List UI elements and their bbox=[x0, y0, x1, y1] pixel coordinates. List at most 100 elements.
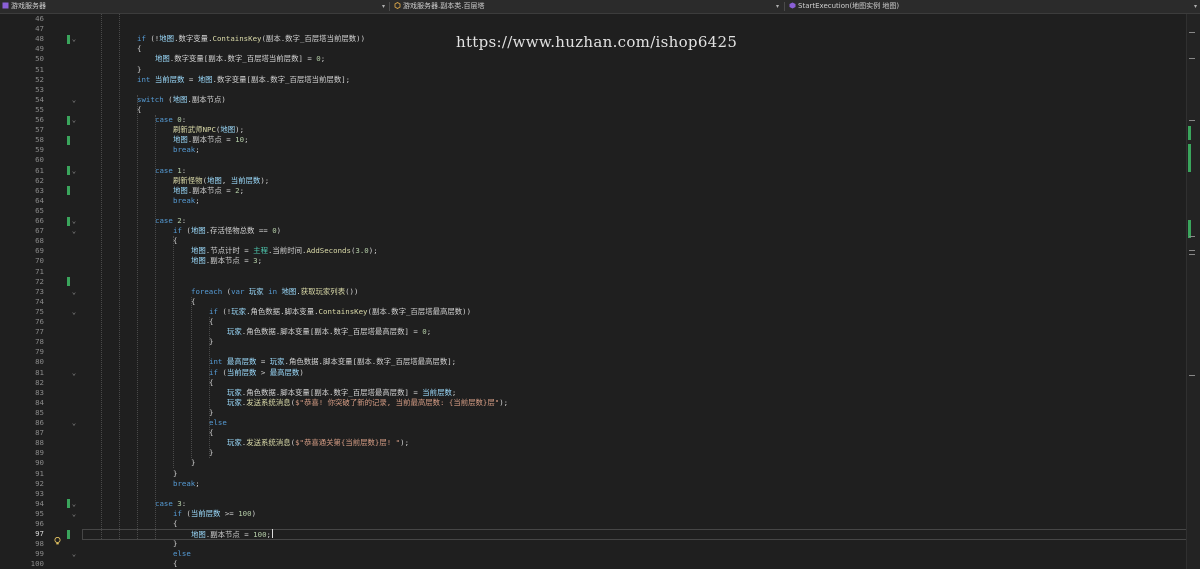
fold-chevron-icon[interactable]: ⌄ bbox=[70, 95, 78, 105]
code-line[interactable]: 74{ bbox=[0, 297, 1200, 307]
indent-guide bbox=[191, 296, 192, 459]
code-line[interactable]: 80 int 最高层数 = 玩家.角色数据.脚本变量[副本.数字_百层塔最高层数]… bbox=[0, 357, 1200, 367]
csharp-project-icon bbox=[2, 1, 9, 9]
chevron-down-icon: ▾ bbox=[381, 3, 385, 10]
code-line[interactable]: 60 bbox=[0, 155, 1200, 165]
code-line[interactable]: 90} bbox=[0, 458, 1200, 468]
member-dropdown[interactable]: StartExecution(地图实例 地图) ▾ bbox=[787, 0, 1200, 13]
code-line[interactable]: 59 break; bbox=[0, 145, 1200, 155]
fold-chevron-icon[interactable]: ⌄ bbox=[70, 226, 78, 236]
code-line[interactable]: 78} bbox=[0, 337, 1200, 347]
code-line[interactable]: 61 ⌄ case 1: bbox=[0, 166, 1200, 176]
line-number: 87 bbox=[35, 428, 44, 438]
code-editor[interactable]: 46 47 48 ⌄ if (!地图.数字变量.ContainsKey(副本.数字_百层… bbox=[0, 14, 1200, 569]
code-line[interactable]: 73 ⌄ foreach (var 玩家 in 地图.获取玩家列表()) bbox=[0, 287, 1200, 297]
fold-chevron-icon[interactable]: ⌄ bbox=[70, 499, 78, 509]
code-line[interactable]: 54 ⌄ switch (地图.副本节点) bbox=[0, 95, 1200, 105]
code-line[interactable]: 77 玩家.角色数据.脚本变量[副本.数字_百层塔最高层数] = 0; bbox=[0, 327, 1200, 337]
code-line[interactable]: 87{ bbox=[0, 428, 1200, 438]
member-name: StartExecution(地图实例 地图) bbox=[798, 2, 900, 10]
line-number: 63 bbox=[35, 185, 44, 195]
line-number: 49 bbox=[35, 44, 44, 54]
fold-chevron-icon[interactable]: ⌄ bbox=[70, 287, 78, 297]
code-line[interactable]: 55{ bbox=[0, 105, 1200, 115]
code-line[interactable]: 53 bbox=[0, 85, 1200, 95]
overview-mark bbox=[1189, 32, 1195, 33]
line-number: 47 bbox=[35, 24, 44, 34]
code-text: else bbox=[209, 418, 227, 427]
fold-chevron-icon[interactable]: ⌄ bbox=[70, 418, 78, 428]
code-line[interactable]: 97 地图.副本节点 = 100; bbox=[0, 529, 1200, 545]
code-line[interactable]: 100 { bbox=[0, 559, 1200, 569]
code-line[interactable]: 96 { bbox=[0, 519, 1200, 529]
fold-chevron-icon[interactable]: ⌄ bbox=[70, 509, 78, 519]
code-text: case 0: bbox=[155, 115, 187, 124]
code-text: 地图.副本节点 = 3; bbox=[191, 256, 263, 266]
text-caret bbox=[271, 529, 273, 539]
code-line[interactable]: 71 bbox=[0, 267, 1200, 277]
code-line[interactable]: 81 ⌄ if (当前层数 > 最高层数) bbox=[0, 368, 1200, 378]
code-line[interactable]: 75 ⌄ if (!玩家.角色数据.脚本变量.ContainsKey(副本.数字_百… bbox=[0, 307, 1200, 317]
line-number: 80 bbox=[35, 357, 44, 367]
fold-chevron-icon[interactable]: ⌄ bbox=[70, 166, 78, 176]
code-line[interactable]: 82{ bbox=[0, 378, 1200, 388]
code-line[interactable]: 62 刷新怪物(地图, 当前层数); bbox=[0, 176, 1200, 186]
code-text: 地图.节点计时 = 主程.当前时间.AddSeconds(3.0); bbox=[191, 246, 378, 256]
fold-chevron-icon[interactable]: ⌄ bbox=[70, 549, 78, 559]
lightbulb-icon[interactable] bbox=[54, 530, 61, 545]
fold-chevron-icon[interactable]: ⌄ bbox=[70, 34, 78, 44]
code-line[interactable]: 46 bbox=[0, 14, 1200, 24]
code-line[interactable]: 51} bbox=[0, 65, 1200, 75]
code-line[interactable]: 91} bbox=[0, 469, 1200, 479]
code-line[interactable]: 88 玩家.发送系统消息($"恭喜通关第{当前层数}层! "); bbox=[0, 438, 1200, 448]
fold-chevron-icon[interactable]: ⌄ bbox=[70, 216, 78, 226]
code-line[interactable]: 95 ⌄ if (当前层数 >= 100) bbox=[0, 509, 1200, 519]
fold-chevron-icon[interactable]: ⌄ bbox=[70, 307, 78, 317]
change-marker bbox=[67, 186, 70, 196]
code-line[interactable]: 83 玩家.角色数据.脚本变量[副本.数字_百层塔最高层数] = 当前层数; bbox=[0, 388, 1200, 398]
code-line[interactable]: 52 int 当前层数 = 地图.数字变量[副本.数字_百层塔当前层数]; bbox=[0, 75, 1200, 85]
fold-chevron-icon[interactable]: ⌄ bbox=[70, 115, 78, 125]
code-line[interactable]: 66 ⌄ case 2: bbox=[0, 216, 1200, 226]
line-number: 79 bbox=[35, 347, 44, 357]
code-line[interactable]: 85} bbox=[0, 408, 1200, 418]
class-dropdown[interactable]: 游戏服务器.副本类.百层塔 ▾ bbox=[392, 0, 782, 13]
code-line[interactable]: 79 bbox=[0, 347, 1200, 357]
code-line[interactable]: 69 地图.节点计时 = 主程.当前时间.AddSeconds(3.0); bbox=[0, 246, 1200, 256]
code-line[interactable]: 98} bbox=[0, 539, 1200, 549]
code-line[interactable]: 92 break; bbox=[0, 479, 1200, 489]
code-line[interactable]: 57 刷新武师NPC(地图); bbox=[0, 125, 1200, 135]
code-line[interactable]: 93 bbox=[0, 489, 1200, 499]
code-line[interactable]: 68{ bbox=[0, 236, 1200, 246]
fold-chevron-icon[interactable]: ⌄ bbox=[70, 368, 78, 378]
overview-mark bbox=[1189, 120, 1195, 121]
code-line[interactable]: 99 ⌄ else bbox=[0, 549, 1200, 559]
overview-mark bbox=[1189, 375, 1195, 376]
code-line[interactable]: 89} bbox=[0, 448, 1200, 458]
code-text: } bbox=[173, 468, 178, 478]
code-line[interactable]: 70 地图.副本节点 = 3; bbox=[0, 256, 1200, 266]
vertical-scrollbar[interactable] bbox=[1186, 14, 1200, 569]
line-number: 70 bbox=[35, 256, 44, 266]
code-line[interactable]: 67 ⌄ if (地图.存活怪物总数 == 0) bbox=[0, 226, 1200, 236]
code-line[interactable]: 65 bbox=[0, 206, 1200, 216]
code-line[interactable]: 76{ bbox=[0, 317, 1200, 327]
code-line[interactable]: 63 地图.副本节点 = 2; bbox=[0, 186, 1200, 196]
code-line[interactable]: 50 地图.数字变量[副本.数字_百层塔当前层数] = 0; bbox=[0, 54, 1200, 64]
change-marker bbox=[67, 277, 70, 287]
navigation-bar: 游戏服务器 ▾ 游戏服务器.副本类.百层塔 ▾ StartExecution(地… bbox=[0, 0, 1200, 14]
code-line[interactable]: 64 break; bbox=[0, 196, 1200, 206]
code-line[interactable]: 84 玩家.发送系统消息($"恭喜! 你突破了新的记录, 当前最高层数: {当前层… bbox=[0, 398, 1200, 408]
line-number: 61 bbox=[35, 165, 44, 175]
line-number: 93 bbox=[35, 488, 44, 498]
code-text: break; bbox=[173, 195, 200, 205]
code-line[interactable]: 58 地图.副本节点 = 10; bbox=[0, 135, 1200, 145]
code-text: if (当前层数 > 最高层数) bbox=[209, 367, 304, 377]
code-line[interactable]: 86 ⌄ else bbox=[0, 418, 1200, 428]
line-number: 48 bbox=[35, 34, 44, 44]
project-dropdown[interactable]: 游戏服务器 ▾ bbox=[0, 0, 388, 13]
code-line[interactable]: 72 bbox=[0, 277, 1200, 287]
line-number: 68 bbox=[35, 236, 44, 246]
code-line[interactable]: 94 ⌄ case 3: bbox=[0, 499, 1200, 509]
code-line[interactable]: 56 ⌄ case 0: bbox=[0, 115, 1200, 125]
